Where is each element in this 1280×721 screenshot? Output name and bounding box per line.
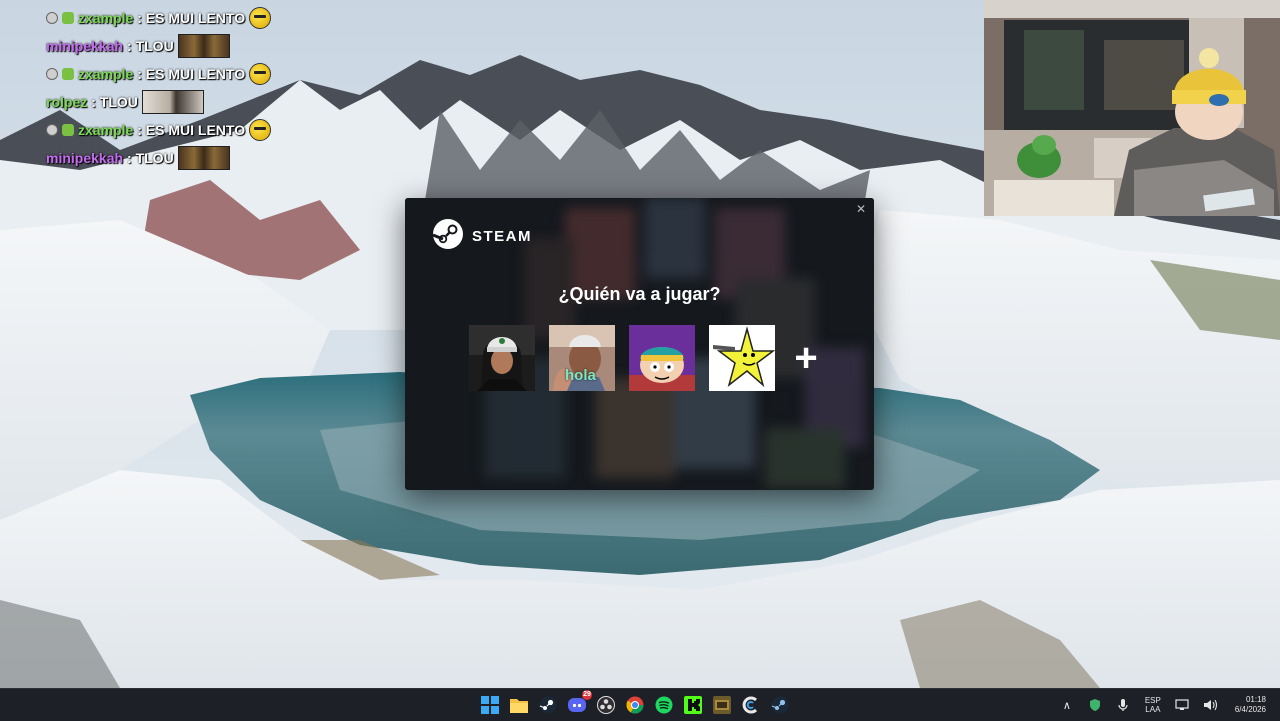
chat-message: zxample: ES MUI LENTO <box>46 60 306 88</box>
chat-text: : TLOU <box>127 38 174 54</box>
chat-badge-icon <box>46 124 58 136</box>
chat-text: : ES MUI LENTO <box>137 122 246 138</box>
input-language-indicator[interactable]: ESP LAA <box>1145 696 1161 714</box>
chat-username: minipekkah <box>46 38 124 54</box>
windows-start-icon[interactable] <box>480 695 500 715</box>
microphone-icon[interactable] <box>1115 697 1131 713</box>
chat-badge-icon <box>62 12 74 24</box>
add-profile-button[interactable]: + <box>789 325 823 391</box>
chat-message: minipekkah: TLOU <box>46 32 306 60</box>
clock-date: 6/4/2026 <box>1234 705 1266 714</box>
spotify-icon[interactable] <box>654 695 674 715</box>
ccleaner-icon[interactable] <box>741 695 761 715</box>
system-clock[interactable]: 01:18 6/4/2026 <box>1235 695 1266 715</box>
obs-icon[interactable] <box>596 695 616 715</box>
who-is-playing-heading: ¿Quién va a jugar? <box>558 284 721 304</box>
chat-text: : TLOU <box>91 94 138 110</box>
chat-message: minipekkah: TLOU <box>46 144 306 172</box>
language-code: ESP <box>1144 696 1161 705</box>
volume-icon[interactable] <box>1203 697 1219 713</box>
windows-taskbar: 29 ∧ ESP LAA 01:18 6/4/2026 <box>0 688 1280 721</box>
steam-icon-2[interactable] <box>770 695 790 715</box>
file-explorer-icon[interactable] <box>509 695 529 715</box>
worried-emote <box>249 119 272 141</box>
show-hidden-icons-chevron-icon[interactable]: ∧ <box>1059 697 1075 713</box>
chat-message: zxample: ES MUI LENTO <box>46 116 306 144</box>
webcam-feed <box>984 0 1280 216</box>
monkeys-emote <box>177 34 230 58</box>
chat-badge-icon <box>62 68 74 80</box>
chat-badge-icon <box>62 124 74 136</box>
chat-username: rolpez <box>46 94 88 110</box>
steam-logo: STEAM <box>432 218 532 255</box>
chat-text: : ES MUI LENTO <box>137 10 246 26</box>
network-icon[interactable] <box>1175 697 1191 713</box>
game-icon[interactable] <box>712 695 732 715</box>
kick-icon[interactable] <box>683 695 703 715</box>
chat-message: zxample: ES MUI LENTO <box>46 4 306 32</box>
steam-profile-picker-dialog: ✕ STEAM ¿Quién va a jugar? hola + <box>405 198 874 490</box>
close-icon[interactable]: ✕ <box>854 202 868 216</box>
worried-emote <box>249 63 272 85</box>
discord-notification-badge: 29 <box>582 690 592 700</box>
profile-avatar-1[interactable] <box>469 325 535 391</box>
discord-icon[interactable]: 29 <box>567 690 592 715</box>
chat-username: zxample <box>78 10 134 26</box>
clock-time: 01:18 <box>1245 695 1266 704</box>
steam-logo-icon <box>432 218 464 255</box>
stream-chat-overlay: zxample: ES MUI LENTO minipekkah: TLOU z… <box>46 4 306 172</box>
profile-list: hola + <box>469 325 823 391</box>
profile-avatar-4[interactable] <box>709 325 775 391</box>
steam-logo-text: STEAM <box>472 228 532 245</box>
chat-username: zxample <box>78 66 134 82</box>
steam-icon[interactable] <box>538 695 558 715</box>
profile-avatar-caption: hola <box>565 367 596 384</box>
chat-text: : ES MUI LENTO <box>137 66 246 82</box>
monkeys-emote <box>177 146 230 170</box>
system-tray: ∧ ESP LAA 01:18 6/4/2026 <box>1053 689 1280 721</box>
chat-username: minipekkah <box>46 150 124 166</box>
chrome-icon[interactable] <box>625 695 645 715</box>
chat-message: rolpez: TLOU <box>46 88 306 116</box>
chat-badge-icon <box>46 12 58 24</box>
worried-emote <box>249 7 272 29</box>
security-shield-icon[interactable] <box>1087 697 1103 713</box>
profile-avatar-2[interactable]: hola <box>549 325 615 391</box>
cat-emote <box>141 90 204 114</box>
chat-username: zxample <box>78 122 134 138</box>
taskbar-app-list: 29 <box>480 689 790 721</box>
chat-badge-icon <box>46 68 58 80</box>
chat-text: : TLOU <box>127 150 174 166</box>
profile-avatar-3[interactable] <box>629 325 695 391</box>
keyboard-layout-code: LAA <box>1145 705 1161 714</box>
